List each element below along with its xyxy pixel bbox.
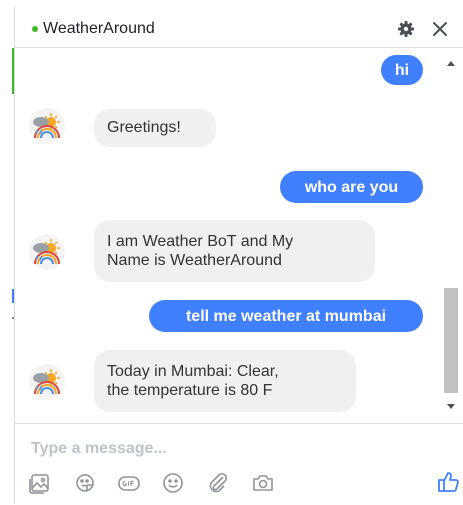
message-scrollbar[interactable] <box>442 48 460 423</box>
bot-avatar <box>29 108 65 144</box>
attachment-icon[interactable] <box>205 471 229 495</box>
message-text-line: I am Weather BoT and My <box>107 233 294 250</box>
gear-icon[interactable] <box>395 18 417 40</box>
bot-avatar <box>29 234 65 270</box>
online-status-dot <box>32 26 38 32</box>
message-bubble-outgoing[interactable]: who are you <box>280 171 423 203</box>
camera-icon[interactable] <box>251 471 275 495</box>
message-input[interactable] <box>31 436 431 462</box>
message-text-line: Name is WeatherAround <box>107 252 282 269</box>
message-composer <box>15 423 463 505</box>
message-bubble-outgoing[interactable]: tell me weather at mumbai <box>149 300 423 332</box>
message-bubble-incoming[interactable]: Greetings! <box>94 109 216 147</box>
bot-avatar <box>29 364 65 400</box>
photo-icon[interactable] <box>28 471 52 495</box>
message-bubble-incoming[interactable]: I am Weather BoT and My Name is WeatherA… <box>94 220 375 282</box>
chat-window: WeatherAround hi Greetings! who are you … <box>14 7 463 505</box>
message-bubble-incoming[interactable]: Today in Mumbai: Clear, the temperature … <box>94 350 356 412</box>
message-text: Greetings! <box>107 119 181 136</box>
message-list[interactable]: hi Greetings! who are you I am Weather B… <box>15 48 440 423</box>
thumbs-up-icon[interactable] <box>436 469 462 495</box>
scroll-up-arrow-icon[interactable] <box>447 61 455 66</box>
message-text-line: Today in Mumbai: Clear, <box>107 363 279 380</box>
emoji-icon[interactable] <box>161 471 185 495</box>
chat-title[interactable]: WeatherAround <box>43 20 155 38</box>
gif-icon[interactable] <box>117 471 141 495</box>
scrollbar-thumb[interactable] <box>444 288 458 393</box>
scroll-down-arrow-icon[interactable] <box>447 404 455 409</box>
message-text-line: the temperature is 80 F <box>107 382 273 399</box>
message-text: tell me weather at mumbai <box>185 308 387 325</box>
message-bubble-outgoing[interactable]: hi <box>381 55 423 85</box>
message-text: hi <box>394 62 410 79</box>
close-icon[interactable] <box>429 18 451 40</box>
chat-header[interactable]: WeatherAround <box>15 7 463 48</box>
message-text: who are you <box>304 179 399 196</box>
sticker-icon[interactable] <box>73 471 97 495</box>
